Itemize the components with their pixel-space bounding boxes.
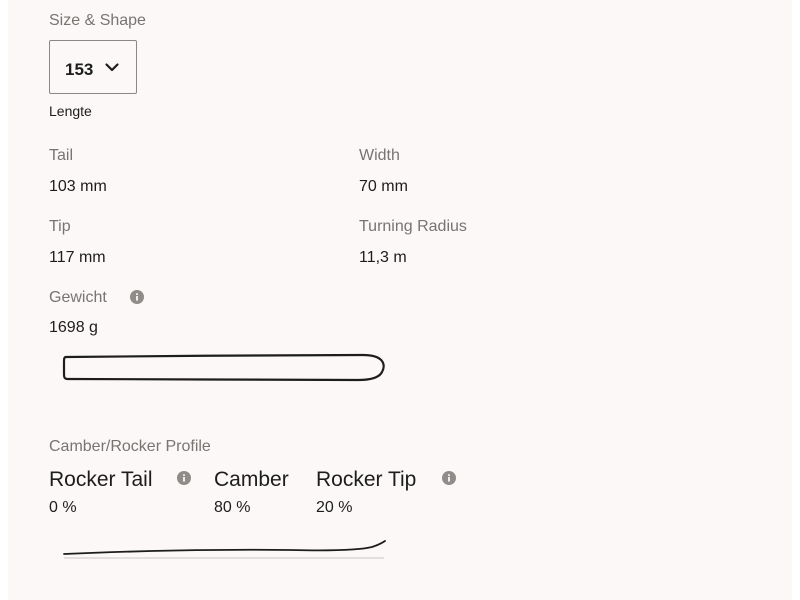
length-select[interactable]: 153 <box>49 40 137 94</box>
tail-value: 103 mm <box>49 178 107 195</box>
ski-shape-outline <box>62 353 385 382</box>
rocker-tip-value: 20 % <box>316 499 353 516</box>
info-icon[interactable] <box>130 290 144 304</box>
ski-camber-profile <box>63 540 386 559</box>
rocker-tail-value: 0 % <box>49 499 77 516</box>
width-value: 70 mm <box>359 178 408 195</box>
rocker-tip-name: Rocker Tip <box>316 468 417 491</box>
tip-value: 117 mm <box>49 249 106 266</box>
width-label: Width <box>359 147 400 164</box>
camber-value: 80 % <box>214 499 251 516</box>
rocker-tail-name: Rocker Tail <box>49 468 153 491</box>
tail-label: Tail <box>49 147 74 164</box>
length-caption: Lengte <box>49 103 92 119</box>
length-select-value: 153 <box>65 60 94 79</box>
camber-name: Camber <box>214 468 289 491</box>
weight-value: 1698 g <box>49 319 98 336</box>
ski-spec-panel: Size & Shape 153 Lengte Tail 103 mm Widt… <box>8 0 792 600</box>
chevron-down-icon <box>105 63 119 72</box>
turning-radius-label: Turning Radius <box>359 218 467 235</box>
camber-rocker-heading: Camber/Rocker Profile <box>49 438 211 455</box>
info-icon[interactable] <box>442 471 456 485</box>
tip-label: Tip <box>49 218 71 235</box>
weight-label: Gewicht <box>49 289 107 306</box>
turning-radius-value: 11,3 m <box>359 249 407 266</box>
info-icon[interactable] <box>177 471 191 485</box>
size-shape-heading: Size & Shape <box>49 12 146 29</box>
